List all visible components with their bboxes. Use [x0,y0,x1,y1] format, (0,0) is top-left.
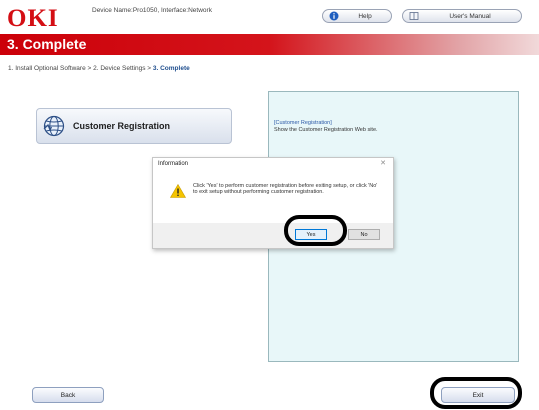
info-panel-title: [Customer Registration] [274,120,332,126]
users-manual-button[interactable]: User's Manual [402,9,522,23]
help-label: Help [358,12,372,20]
breadcrumb-steps: 1. Install Optional Software > 2. Device… [8,65,153,72]
yes-highlight-ring [284,215,347,246]
help-button[interactable]: Help [322,9,392,23]
page-title: 3. Complete [7,36,87,52]
info-panel-description: Show the Customer Registration Web site. [274,127,378,133]
no-button[interactable]: No [348,229,380,240]
info-circle-icon [329,11,339,21]
warning-icon [169,183,187,198]
oki-logo: OKI [7,5,59,32]
title-bar: 3. Complete [0,34,539,55]
globe-icon [41,113,67,139]
customer-registration-button[interactable]: Customer Registration [36,108,232,144]
book-icon [409,11,419,21]
dialog-message: Click 'Yes' to perform customer registra… [193,183,378,195]
exit-highlight-ring [430,377,522,409]
close-icon[interactable]: ✕ [380,159,386,167]
dialog-title: Information [158,161,189,167]
customer-registration-label: Customer Registration [73,121,171,131]
back-button[interactable]: Back [32,387,104,403]
device-info: Device Name:Pro1050, Interface:Network [92,7,212,14]
breadcrumb: 1. Install Optional Software > 2. Device… [8,65,190,72]
breadcrumb-current: 3. Complete [152,65,190,72]
users-manual-label: User's Manual [449,12,491,20]
